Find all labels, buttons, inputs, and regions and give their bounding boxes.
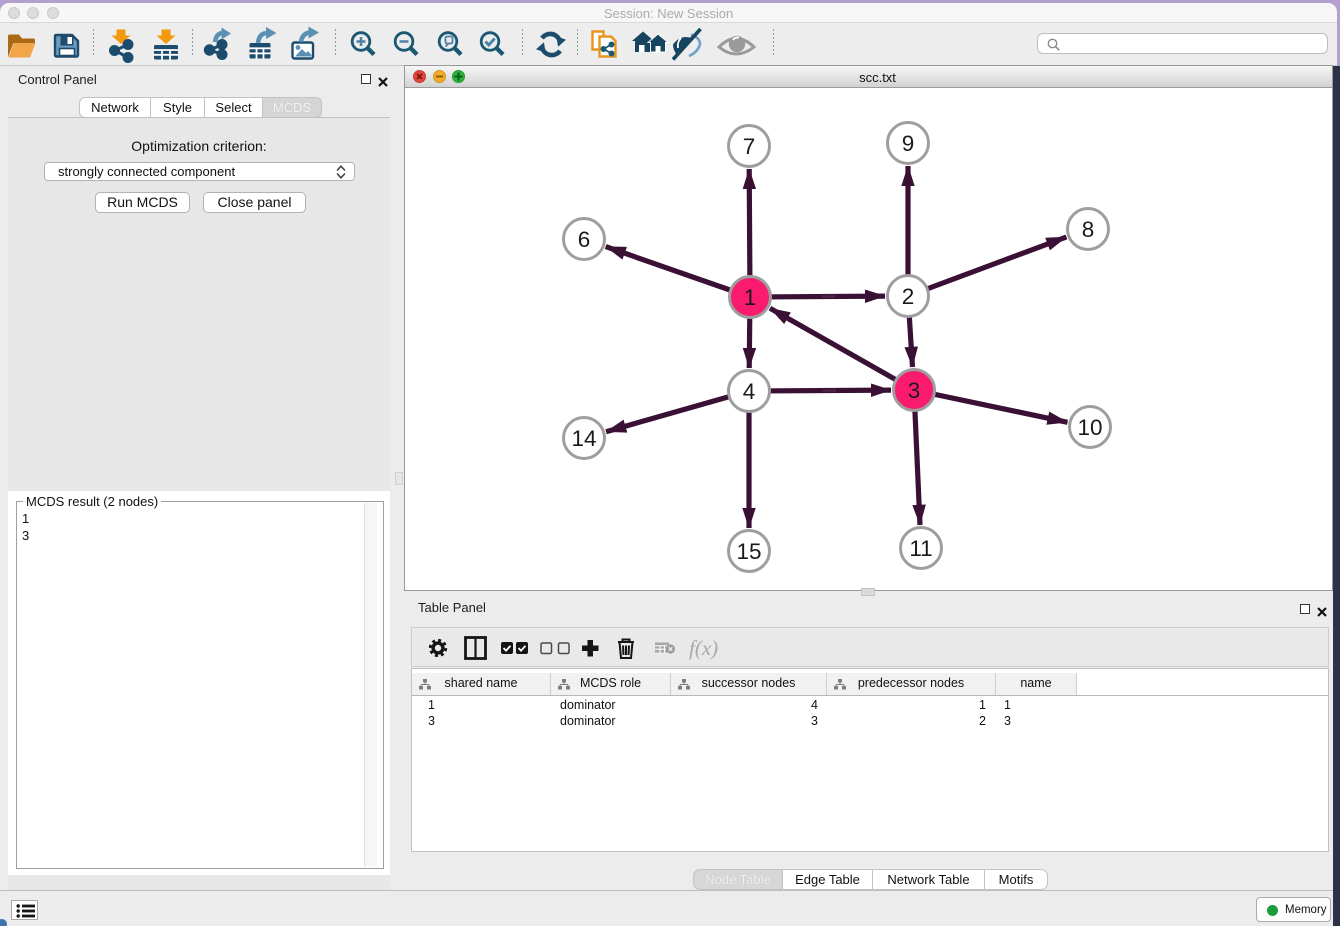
svg-text:8: 8 [1082, 217, 1095, 242]
svg-text:11: 11 [909, 536, 932, 561]
svg-text:15: 15 [736, 539, 761, 564]
svg-text:f(x): f(x) [689, 636, 718, 660]
svg-text:14: 14 [571, 426, 596, 451]
svg-text:3: 3 [908, 378, 921, 403]
svg-text:7: 7 [743, 134, 756, 159]
svg-text:9: 9 [902, 131, 915, 156]
svg-text:10: 10 [1077, 415, 1102, 440]
svg-text:6: 6 [578, 227, 591, 252]
svg-text:2: 2 [902, 284, 915, 309]
svg-text:1: 1 [744, 285, 757, 310]
svg-text:4: 4 [743, 379, 756, 404]
